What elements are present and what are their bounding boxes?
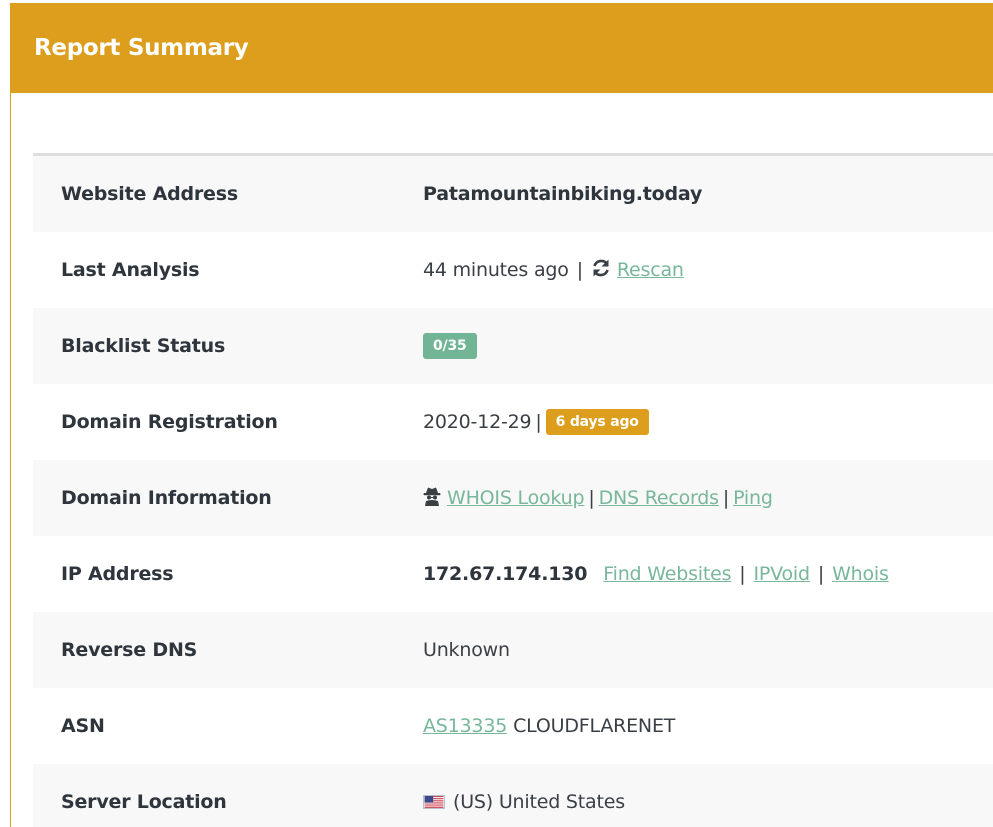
row-value: 44 minutes ago | Rescan (423, 258, 993, 283)
table-row-reverse-dns: Reverse DNS Unknown (33, 612, 993, 688)
blacklist-status-badge: 0/35 (423, 333, 477, 359)
row-label: Server Location (61, 791, 227, 813)
ping-link[interactable]: Ping (733, 487, 773, 509)
domain-age-badge: 6 days ago (545, 409, 649, 435)
panel-header: Report Summary (11, 3, 993, 93)
find-websites-link[interactable]: Find Websites (603, 563, 731, 585)
separator: | (588, 487, 595, 509)
website-address-value: Patamountainbiking.today (423, 183, 703, 205)
report-summary-panel: Report Summary Website Address Patamount… (10, 3, 993, 827)
summary-table: Website Address Patamountainbiking.today… (33, 153, 993, 827)
table-row-blacklist-status: Blacklist Status 0/35 (33, 308, 993, 384)
refresh-icon[interactable] (591, 258, 611, 283)
spy-icon (423, 486, 441, 511)
row-label: Last Analysis (61, 259, 200, 281)
table-row-website-address: Website Address Patamountainbiking.today (33, 156, 993, 232)
row-label: Reverse DNS (61, 639, 198, 661)
table-row-server-location: Server Location (US) United States (33, 764, 993, 827)
us-flag-icon (423, 795, 445, 809)
row-value: Patamountainbiking.today (423, 183, 993, 205)
row-label: Domain Information (61, 487, 272, 509)
separator: | (535, 411, 542, 433)
row-label: Domain Registration (61, 411, 278, 433)
table-row-last-analysis: Last Analysis 44 minutes ago | Rescan (33, 232, 993, 308)
row-value: (US) United States (423, 791, 993, 813)
last-analysis-value: 44 minutes ago (423, 259, 569, 281)
row-label: Website Address (61, 183, 238, 205)
row-label: Blacklist Status (61, 335, 226, 357)
ip-address-value: 172.67.174.130 (423, 563, 588, 585)
rescan-link[interactable]: Rescan (617, 259, 684, 281)
whois-link[interactable]: Whois (832, 563, 889, 585)
row-label: ASN (61, 715, 105, 737)
table-row-domain-registration: Domain Registration 2020-12-29 | 6 days … (33, 384, 993, 460)
row-value: Unknown (423, 639, 993, 661)
whois-lookup-link[interactable]: WHOIS Lookup (447, 487, 585, 509)
server-location-value: (US) United States (453, 791, 625, 813)
row-value: 2020-12-29 | 6 days ago (423, 409, 993, 435)
row-value: WHOIS Lookup | DNS Records | Ping (423, 486, 993, 511)
table-row-ip-address: IP Address 172.67.174.130 Find Websites … (33, 536, 993, 612)
separator: | (817, 563, 825, 585)
ipvoid-link[interactable]: IPVoid (754, 563, 811, 585)
row-value: AS13335 CLOUDFLARENET (423, 715, 993, 737)
separator: | (576, 259, 583, 281)
row-value: 172.67.174.130 Find Websites | IPVoid | … (423, 563, 993, 585)
panel-title: Report Summary (34, 35, 249, 61)
separator: | (739, 563, 746, 585)
table-row-domain-information: Domain Information WHOIS Lookup | DNS Re… (33, 460, 993, 536)
registration-date: 2020-12-29 (423, 411, 532, 433)
asn-link[interactable]: AS13335 (423, 715, 507, 737)
asn-name: CLOUDFLARENET (513, 715, 676, 737)
reverse-dns-value: Unknown (423, 639, 510, 661)
dns-records-link[interactable]: DNS Records (599, 487, 719, 509)
row-label: IP Address (61, 563, 174, 585)
row-value: 0/35 (423, 333, 993, 359)
separator: | (722, 487, 730, 509)
table-row-asn: ASN AS13335 CLOUDFLARENET (33, 688, 993, 764)
